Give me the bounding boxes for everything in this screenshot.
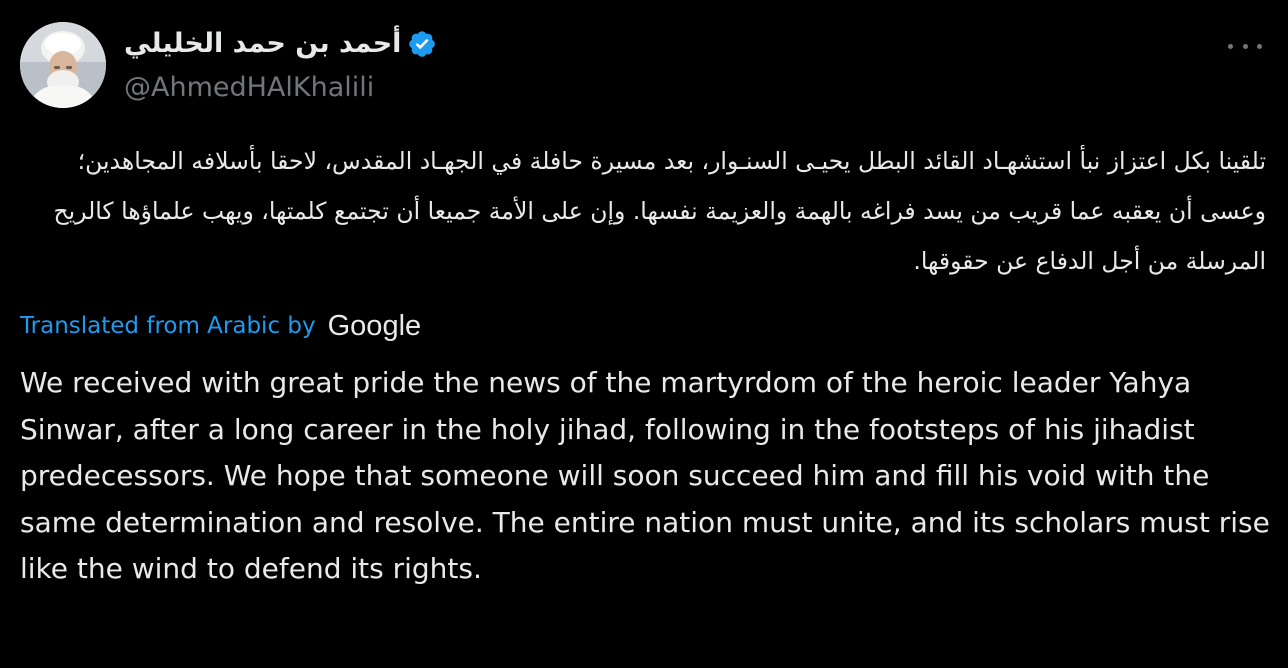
profile-photo-avatar-icon (20, 22, 106, 108)
google-logo: Google (327, 309, 422, 342)
avatar[interactable] (20, 22, 106, 108)
verified-badge-icon[interactable] (407, 29, 437, 59)
translated-label[interactable]: Translated from Arabic by (20, 313, 316, 339)
tweet-header: أحمد بن حمد الخليلي @AhmedHAlKhalili (20, 22, 1268, 112)
more-horizontal-icon[interactable] (1228, 34, 1262, 58)
tweet-original-text: تلقينا بكل اعتزاز نبأ استشهـاد القائد ال… (53, 147, 1266, 275)
tweet-translated-text: We received with great pride the news of… (20, 366, 1270, 585)
more-dot (1242, 43, 1248, 49)
author-handle[interactable]: @AhmedHAlKhalili (124, 68, 437, 108)
name-row: أحمد بن حمد الخليلي (124, 24, 437, 64)
translation-attribution[interactable]: Translated from Arabic by Google (20, 306, 421, 346)
author-info: أحمد بن حمد الخليلي @AhmedHAlKhalili (124, 24, 437, 108)
more-dot (1257, 43, 1262, 49)
tweet-card: أحمد بن حمد الخليلي @AhmedHAlKhalili تلق… (0, 0, 1288, 668)
more-dot (1228, 43, 1233, 49)
author-display-name[interactable]: أحمد بن حمد الخليلي (124, 24, 401, 64)
